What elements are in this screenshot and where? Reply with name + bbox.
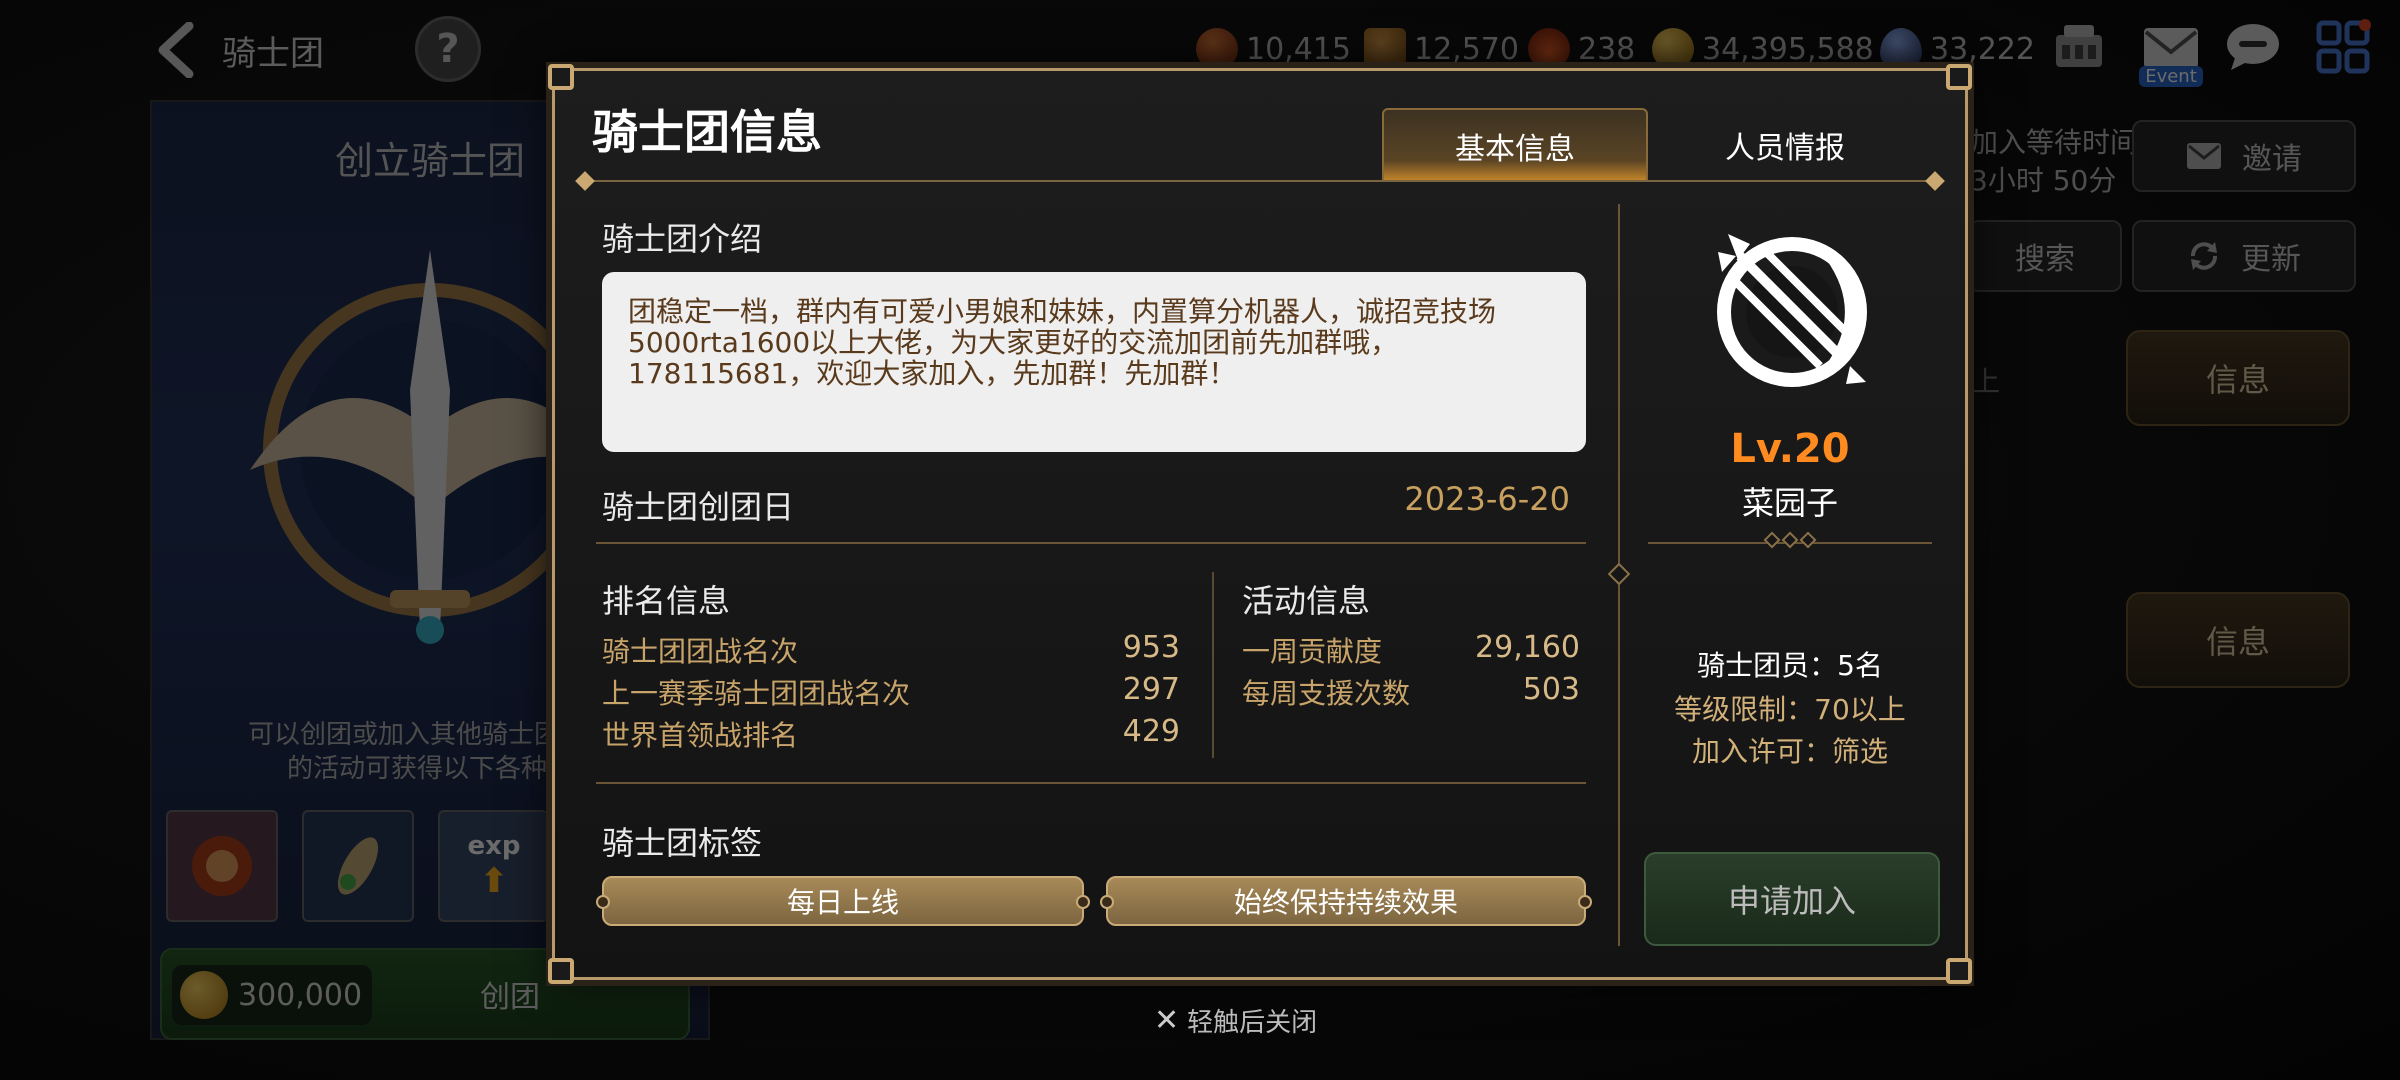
guild-level: Lv.20 [1730, 426, 1850, 472]
gold-coin-icon [180, 971, 228, 1019]
chat-icon[interactable] [2222, 16, 2284, 78]
feather-charm-icon [337, 837, 379, 895]
rank-value: 953 [1122, 630, 1180, 665]
rune-medal-icon [192, 836, 252, 896]
divider-ornament [1763, 531, 1817, 550]
guild-info-button[interactable]: 信息 [2126, 592, 2350, 688]
tab-basic-info[interactable]: 基本信息 [1382, 108, 1648, 182]
refresh-label: 更新 [2241, 242, 2301, 277]
resource-flame: 238 [1528, 26, 1635, 72]
close-hint-label: 轻触后关闭 [1187, 1008, 1318, 1038]
exp-label: exp [467, 831, 521, 861]
section-divider [596, 542, 1586, 544]
founded-date: 2023-6-20 [1404, 480, 1570, 518]
tag-label: 每日上线 [786, 886, 899, 919]
level-limit: 等级限制：70以上 [1674, 693, 1906, 726]
resource-value: 12,570 [1414, 31, 1519, 67]
close-hint[interactable]: ✕ 轻触后关闭 [1154, 1002, 1317, 1039]
crystal-icon [1880, 28, 1922, 70]
chest-icon [1196, 28, 1238, 70]
wait-value: 3小时 50分 [1970, 164, 2117, 197]
cost-value: 300,000 [238, 977, 363, 1013]
tag-end-ornament [1578, 895, 1592, 909]
join-wait-time: 加入等待时间 3小时 50分 [1970, 124, 2138, 200]
rank-label: 上一赛季骑士团团战名次 [602, 677, 911, 710]
refresh-icon [2191, 242, 2217, 270]
guild-info-button[interactable]: 信息 [2126, 330, 2350, 426]
up-arrow: ⬆ [479, 861, 509, 901]
guild-tag: 始终保持持续效果 [1100, 876, 1592, 926]
corner-ornament [548, 958, 574, 984]
stats-divider [1212, 572, 1214, 758]
resource-box: 12,570 [1364, 26, 1519, 72]
reward-item[interactable] [166, 810, 278, 922]
help-button[interactable]: ? [415, 16, 481, 82]
ranking-title: 排名信息 [602, 582, 731, 620]
page-title: 骑士团 [222, 34, 324, 74]
activity-label: 一周贡献度 [1242, 635, 1383, 668]
search-label: 搜索 [2015, 242, 2075, 277]
screen: 骑士团 ? 10,415 12,570 238 34,395,588 33,22… [0, 0, 2400, 1080]
partial-text: 上 [1972, 365, 2001, 398]
envelope-icon [2187, 143, 2221, 169]
box-icon [1364, 28, 1406, 70]
tag-end-ornament [1100, 895, 1114, 909]
activity-label: 每周支援次数 [1242, 677, 1411, 710]
founded-label: 骑士团创团日 [602, 488, 795, 526]
tag-label: 始终保持持续效果 [1233, 886, 1458, 919]
gold-icon [1652, 28, 1694, 70]
intro-section-title: 骑士团介绍 [602, 220, 763, 258]
refresh-button[interactable]: 更新 [2132, 220, 2356, 292]
create-guild-button[interactable]: 创团 [480, 972, 540, 1016]
resource-value: 34,395,588 [1702, 31, 1874, 67]
resource-chest: 10,415 [1196, 26, 1351, 72]
tab-member-info[interactable]: 人员情报 [1652, 108, 1918, 182]
event-badge: Event [2139, 65, 2203, 87]
member-count: 骑士团员：5名 [1697, 649, 1883, 682]
wait-label: 加入等待时间 [1970, 126, 2139, 159]
create-cost: 300,000 [172, 965, 372, 1025]
guild-hall-icon[interactable] [2048, 16, 2110, 78]
back-arrow-icon[interactable] [150, 22, 200, 78]
close-icon: ✕ [1154, 1003, 1180, 1038]
rank-value: 429 [1122, 714, 1180, 749]
section-divider [596, 782, 1586, 784]
header-divider [584, 180, 1936, 182]
invite-button[interactable]: 邀请 [2132, 120, 2356, 192]
apply-join-button[interactable]: 申请加入 [1644, 852, 1940, 946]
guild-name: 菜园子 [1741, 484, 1838, 522]
guild-tag: 每日上线 [596, 876, 1090, 926]
corner-ornament [1946, 64, 1972, 90]
reward-item[interactable] [302, 810, 414, 922]
resource-gold: 34,395,588 [1652, 26, 1874, 72]
corner-ornament [1946, 958, 1972, 984]
guild-intro-text: 团稳定一档，群内有可爱小男娘和妹妹，内置算分机器人，诚招竞技场5000rta16… [602, 272, 1586, 452]
reward-item[interactable]: exp ⬆ [438, 810, 548, 922]
flame-icon [1528, 28, 1570, 70]
dialog-title: 骑士团信息 [592, 105, 822, 159]
resource-value: 10,415 [1246, 31, 1351, 67]
tags-title: 骑士团标签 [602, 824, 763, 862]
resource-value: 238 [1578, 31, 1636, 67]
rank-label: 世界首领战排名 [602, 719, 799, 752]
corner-ornament [548, 64, 574, 90]
rank-label: 骑士团团战名次 [602, 635, 799, 668]
invite-label: 邀请 [2242, 142, 2302, 177]
tag-end-ornament [1076, 895, 1090, 909]
exp-boost-icon: exp ⬆ [467, 831, 520, 901]
activity-value: 503 [1522, 672, 1580, 707]
rank-value: 297 [1122, 672, 1180, 707]
search-button[interactable]: 搜索 [1968, 220, 2122, 292]
tag-end-ornament [596, 895, 610, 909]
resource-value: 33,222 [1930, 31, 2035, 67]
activity-title: 活动信息 [1242, 582, 1371, 620]
guild-emblem-icon [1700, 216, 1880, 396]
activity-value: 29,160 [1475, 630, 1580, 665]
mail-icon[interactable]: Event [2136, 16, 2206, 96]
menu-grid-icon[interactable] [2312, 16, 2374, 78]
join-permission: 加入许可：筛选 [1691, 735, 1888, 768]
